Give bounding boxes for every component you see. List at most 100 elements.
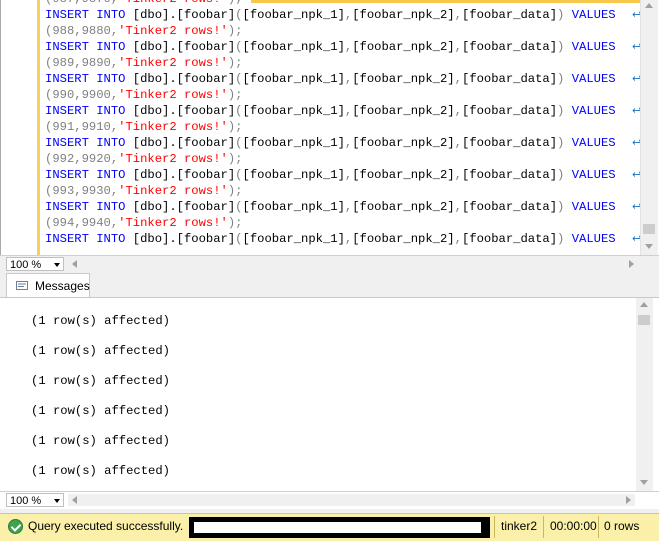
code-line[interactable]: INSERT INTO [dbo].[foobar]([foobar_npk_1… [45,167,616,183]
status-elapsed-time: 00:00:00 [550,519,597,533]
sql-keyword: INSERT INTO [45,72,126,86]
code-line[interactable]: (990,9900,'Tinker2 rows!'); [45,87,616,103]
sql-token: (992,9920, [45,152,119,166]
editor-horizontal-scrollbar[interactable] [68,258,638,270]
sql-token: ); [227,216,243,230]
scroll-left-arrow-icon[interactable] [72,260,77,268]
sql-keyword: INSERT INTO [45,136,126,150]
code-line[interactable]: INSERT INTO [dbo].[foobar]([foobar_npk_1… [45,71,616,87]
sql-string: 'Tinker2 rows!' [118,88,228,102]
editor-vertical-scrollbar[interactable] [640,0,658,256]
sql-token: [foobar_npk_1] [242,104,345,118]
sql-token: ); [227,120,243,134]
code-line[interactable]: (988,9880,'Tinker2 rows!'); [45,23,616,39]
message-list: (1 row(s) affected) (1 row(s) affected) (1… [31,314,170,492]
scroll-thumb[interactable] [638,315,650,325]
code-line[interactable]: INSERT INTO [dbo].[foobar]([foobar_npk_1… [45,199,616,215]
sql-string: 'Tinker2 rows!' [118,0,228,6]
sql-token: [dbo].[foobar] [125,40,236,54]
sql-token: [dbo].[foobar] [125,200,236,214]
sql-token: [foobar_npk_1] [242,40,345,54]
code-line[interactable]: (989,9890,'Tinker2 rows!'); [45,55,616,71]
sql-token: [foobar_npk_2] [352,232,455,246]
sql-token: [foobar_data] [461,200,558,214]
sql-token: (988,9880, [45,24,119,38]
message-item: (1 row(s) affected) [31,434,170,448]
status-divider [494,516,495,538]
query-editor[interactable]: (987,9870,'Tinker2 rows!');INSERT INTO [… [0,0,659,256]
code-line[interactable]: (993,9930,'Tinker2 rows!'); [45,183,616,199]
sql-keyword: INSERT INTO [45,104,126,118]
scroll-down-arrow-icon[interactable] [645,244,653,249]
sql-keyword: INSERT INTO [45,8,126,22]
editor-zoom-value: 100 % [10,259,42,271]
sql-keyword: VALUES [564,104,616,118]
code-line[interactable]: INSERT INTO [dbo].[foobar]([foobar_npk_1… [45,135,616,151]
scroll-up-arrow-icon[interactable] [645,3,653,8]
sql-token: ( [235,72,243,86]
message-item: (1 row(s) affected) [31,404,170,418]
messages-zoom-value: 100 % [10,495,42,507]
sql-token: [foobar_npk_2] [352,136,455,150]
sql-token: (989,9890, [45,56,119,70]
editor-zoom-bar: 100 % [0,255,659,273]
status-message: Query executed successfully. [28,519,184,533]
code-line[interactable]: (987,9870,'Tinker2 rows!'); [45,0,616,7]
sql-token: [foobar_npk_1] [242,136,345,150]
status-divider [598,516,599,538]
sql-keyword: VALUES [564,8,616,22]
sql-token: (994,9940, [45,216,119,230]
sql-token: [dbo].[foobar] [125,72,236,86]
sql-keyword: INSERT INTO [45,232,126,246]
code-line[interactable]: INSERT INTO [dbo].[foobar]([foobar_npk_1… [45,7,616,23]
sql-token: [foobar_npk_2] [352,104,455,118]
message-icon [16,281,28,290]
code-line[interactable]: (991,9910,'Tinker2 rows!'); [45,119,616,135]
sql-keyword: INSERT INTO [45,168,126,182]
sql-keyword: VALUES [564,168,616,182]
code-line[interactable]: (992,9920,'Tinker2 rows!'); [45,151,616,167]
sql-token: [foobar_npk_2] [352,40,455,54]
sql-token: , [454,168,462,182]
sql-token: ); [228,0,243,6]
editor-zoom-select[interactable]: 100 % [6,257,64,271]
messages-pane[interactable]: (1 row(s) affected) (1 row(s) affected) (1… [0,297,659,492]
sql-token: [foobar_npk_1] [242,8,345,22]
tab-messages[interactable]: Messages [6,273,90,297]
code-line[interactable]: (994,9940,'Tinker2 rows!'); [45,215,616,231]
scroll-thumb[interactable] [643,224,655,234]
sql-token: ( [235,104,243,118]
success-check-icon [8,519,23,534]
messages-horizontal-scrollbar[interactable] [68,494,635,506]
scroll-left-arrow-icon[interactable] [72,496,77,504]
sql-keyword: VALUES [564,72,616,86]
sql-token: [foobar_npk_1] [242,168,345,182]
scroll-right-arrow-icon[interactable] [629,260,634,268]
sql-token: [foobar_data] [461,232,558,246]
sql-token: ( [235,40,243,54]
sql-keyword: VALUES [564,40,616,54]
sql-string: 'Tinker2 rows!' [118,24,228,38]
tab-messages-label: Messages [35,279,90,293]
sql-token: ); [227,184,243,198]
code-line[interactable]: INSERT INTO [dbo].[foobar]([foobar_npk_1… [45,231,616,247]
scroll-right-arrow-icon[interactable] [626,496,631,504]
sql-string: 'Tinker2 rows!' [118,120,228,134]
sql-token: [foobar_data] [461,104,558,118]
messages-vertical-scrollbar[interactable] [636,298,653,492]
sql-token: , [454,104,462,118]
sql-token: [dbo].[foobar] [125,232,236,246]
sql-code[interactable]: (987,9870,'Tinker2 rows!');INSERT INTO [… [45,0,616,247]
code-line[interactable]: INSERT INTO [dbo].[foobar]([foobar_npk_1… [45,39,616,55]
sql-token: ( [235,200,243,214]
sql-token: [foobar_data] [461,136,558,150]
sql-token: [dbo].[foobar] [125,136,236,150]
sql-token: [foobar_data] [461,72,558,86]
messages-zoom-select[interactable]: 100 % [6,493,64,507]
status-divider [543,516,544,538]
code-line[interactable]: INSERT INTO [dbo].[foobar]([foobar_npk_1… [45,103,616,119]
scroll-down-arrow-icon[interactable] [640,480,648,485]
scroll-up-arrow-icon[interactable] [640,302,648,307]
sql-token: , [454,232,462,246]
status-bar: Query executed successfully. tinker2 00:… [0,513,659,541]
